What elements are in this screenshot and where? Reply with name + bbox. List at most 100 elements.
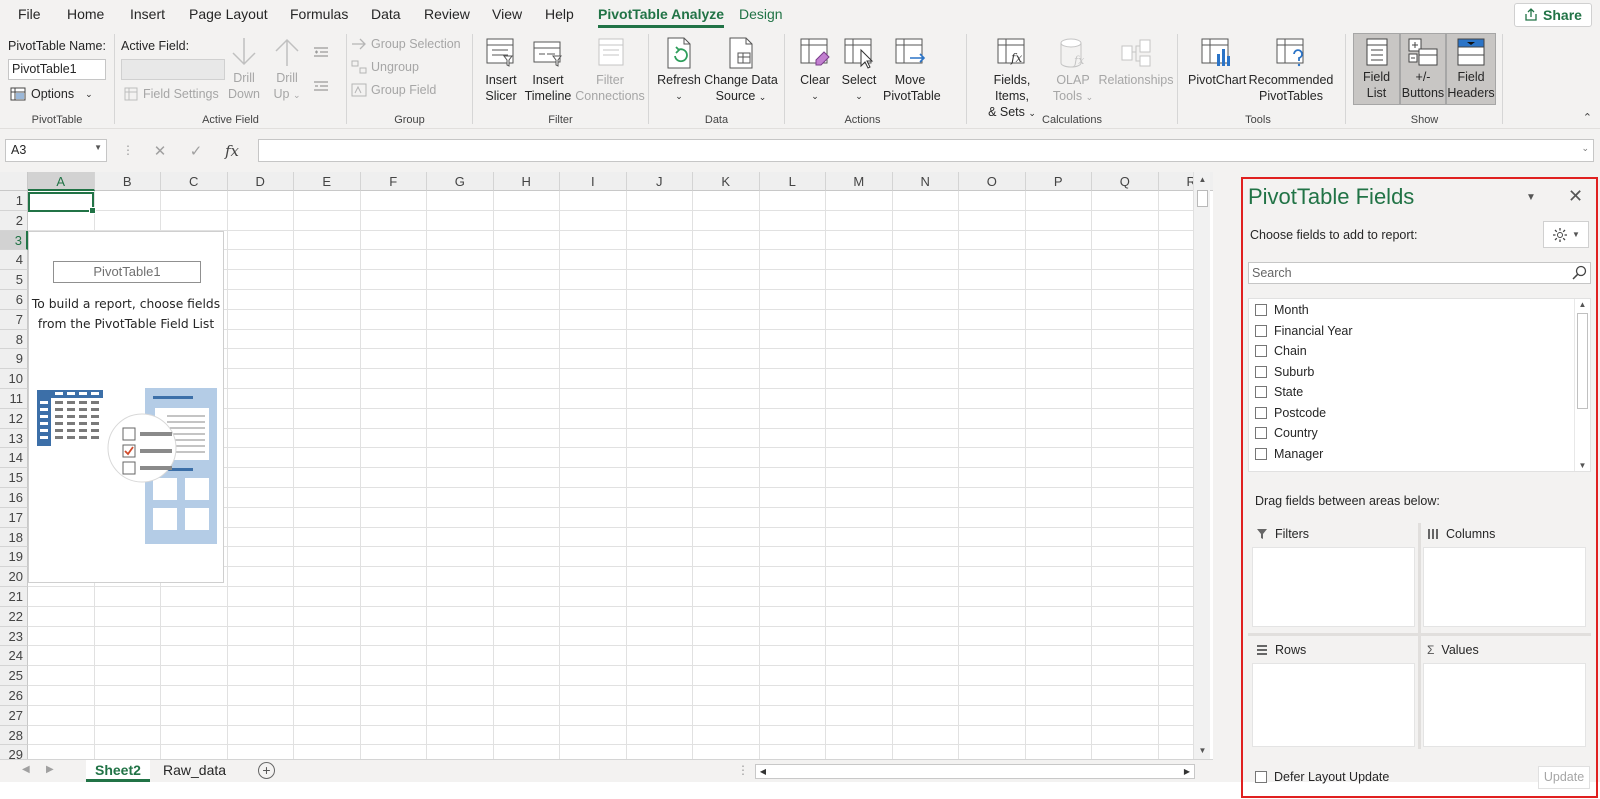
field-checkbox[interactable]: [1255, 427, 1267, 439]
row-header[interactable]: 7: [0, 309, 28, 330]
column-header[interactable]: A: [28, 172, 95, 191]
field-list-toggle[interactable]: Field List: [1353, 33, 1400, 105]
horizontal-scrollbar[interactable]: ◀ ▶: [755, 764, 1195, 779]
share-button[interactable]: Share: [1514, 3, 1592, 27]
row-header[interactable]: 11: [0, 389, 28, 409]
values-drop-zone[interactable]: [1423, 663, 1586, 747]
field-checkbox[interactable]: [1255, 345, 1267, 357]
column-header[interactable]: D: [227, 172, 294, 191]
rows-area[interactable]: Rows: [1252, 639, 1415, 749]
scroll-left-icon[interactable]: ◀: [756, 764, 770, 779]
field-item[interactable]: Country: [1255, 423, 1318, 443]
scroll-up-icon[interactable]: ▲: [1194, 172, 1211, 188]
columns-drop-zone[interactable]: [1423, 547, 1586, 627]
scroll-up-icon[interactable]: ▲: [1575, 300, 1590, 309]
row-header[interactable]: 16: [0, 488, 28, 508]
column-header[interactable]: E: [294, 172, 361, 191]
drill-down-button[interactable]: Drill Down: [227, 36, 261, 102]
drill-up-button[interactable]: Drill Up ⌄: [269, 36, 305, 103]
row-header[interactable]: 4: [0, 250, 28, 271]
select-button[interactable]: Select ⌄: [839, 36, 879, 104]
row-header[interactable]: 12: [0, 408, 28, 429]
row-header[interactable]: 24: [0, 646, 28, 667]
row-header[interactable]: 27: [0, 705, 28, 726]
field-checkbox[interactable]: [1255, 386, 1267, 398]
tab-design[interactable]: Design: [739, 6, 783, 22]
field-item[interactable]: State: [1255, 382, 1303, 402]
move-pivottable-button[interactable]: Move PivotTable: [883, 36, 941, 104]
row-header[interactable]: 14: [0, 448, 28, 469]
select-all-corner[interactable]: [0, 172, 28, 191]
field-item[interactable]: Chain: [1255, 341, 1307, 361]
row-header[interactable]: 15: [0, 468, 28, 488]
columns-area[interactable]: Columns: [1423, 523, 1586, 628]
field-headers-toggle[interactable]: Field Headers: [1446, 33, 1496, 105]
tab-home[interactable]: Home: [67, 6, 104, 22]
column-header[interactable]: M: [826, 172, 893, 191]
column-header[interactable]: I: [560, 172, 627, 191]
recommended-pivottables-button[interactable]: Recommended PivotTables: [1246, 36, 1336, 104]
column-header[interactable]: K: [693, 172, 760, 191]
tab-page-layout[interactable]: Page Layout: [189, 6, 268, 22]
row-header[interactable]: 5: [0, 270, 28, 290]
filters-drop-zone[interactable]: [1252, 547, 1415, 627]
pivottable-placeholder[interactable]: PivotTable1 To build a report, choose fi…: [28, 231, 224, 583]
column-header[interactable]: B: [94, 172, 161, 191]
expand-formula-icon[interactable]: ⌄: [1581, 143, 1589, 154]
tab-data[interactable]: Data: [371, 6, 401, 22]
olap-tools-button[interactable]: fx OLAP Tools ⌄: [1051, 36, 1095, 105]
row-header[interactable]: 22: [0, 606, 28, 627]
options-button[interactable]: Options ⌄: [10, 86, 93, 102]
scroll-down-icon[interactable]: ▼: [1194, 743, 1211, 759]
scroll-right-icon[interactable]: ▶: [1180, 764, 1194, 779]
insert-function-icon[interactable]: fx: [214, 142, 250, 160]
insert-timeline-button[interactable]: Insert Timeline: [523, 36, 573, 104]
group-field-button[interactable]: Group Field: [351, 83, 436, 97]
tab-formulas[interactable]: Formulas: [290, 6, 348, 22]
tab-help[interactable]: Help: [545, 6, 574, 22]
field-list-scrollbar[interactable]: ▲ ▼: [1574, 299, 1590, 471]
spreadsheet-grid[interactable]: A B C D E F G H I J K L M N O P Q R 1 2 3 4 5 6 7 8 9 10 11 12 13 14 15 1…: [0, 172, 1213, 776]
ungroup-button[interactable]: Ungroup: [351, 60, 419, 74]
column-header[interactable]: J: [626, 172, 693, 191]
sheet-prev-icon[interactable]: ◀: [22, 764, 30, 775]
field-checkbox[interactable]: [1255, 324, 1267, 337]
row-header[interactable]: 13: [0, 428, 28, 449]
field-item[interactable]: Postcode: [1255, 403, 1326, 423]
row-header[interactable]: 28: [0, 725, 28, 746]
column-header[interactable]: C: [161, 172, 228, 191]
pane-options-icon[interactable]: ▼: [1526, 192, 1536, 203]
field-item[interactable]: Suburb: [1255, 362, 1314, 382]
tab-view[interactable]: View: [492, 6, 522, 22]
field-checkbox[interactable]: [1255, 365, 1267, 378]
rows-drop-zone[interactable]: [1252, 663, 1415, 747]
column-header[interactable]: N: [892, 172, 959, 191]
row-header[interactable]: 3: [0, 230, 28, 251]
cancel-icon[interactable]: ✕: [142, 142, 178, 160]
defer-layout-checkbox[interactable]: [1255, 771, 1267, 783]
enter-icon[interactable]: ✓: [178, 142, 214, 160]
field-item[interactable]: Financial Year: [1255, 321, 1353, 341]
group-selection-button[interactable]: Group Selection: [351, 37, 461, 51]
scroll-down-icon[interactable]: ▼: [1575, 461, 1590, 470]
row-header[interactable]: 10: [0, 369, 28, 389]
expand-field-icon[interactable]: [313, 46, 329, 58]
tab-file[interactable]: File: [18, 6, 41, 22]
column-header[interactable]: H: [493, 172, 560, 191]
sheet-tab-sheet2[interactable]: Sheet2: [86, 760, 150, 782]
plus-minus-buttons-toggle[interactable]: +/- Buttons: [1400, 33, 1446, 105]
field-settings-button[interactable]: Field Settings: [123, 86, 219, 102]
name-box[interactable]: A3 ▼: [5, 139, 107, 162]
field-item[interactable]: Month: [1255, 300, 1309, 320]
row-header[interactable]: 20: [0, 567, 28, 587]
vertical-scrollbar[interactable]: ▲ ▼: [1193, 172, 1210, 759]
row-header[interactable]: 26: [0, 686, 28, 706]
column-header[interactable]: F: [360, 172, 427, 191]
row-header[interactable]: 6: [0, 290, 28, 310]
sheet-next-icon[interactable]: ▶: [46, 764, 54, 775]
column-header[interactable]: G: [427, 172, 494, 191]
column-header[interactable]: Q: [1092, 172, 1159, 191]
row-header[interactable]: 25: [0, 666, 28, 686]
fields-items-sets-button[interactable]: fx Fields, Items, & Sets ⌄: [975, 36, 1049, 121]
row-header[interactable]: 21: [0, 587, 28, 607]
